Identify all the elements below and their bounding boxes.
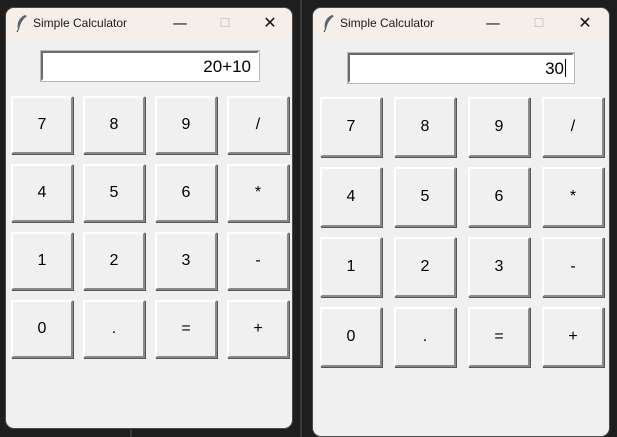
equals-button[interactable]: = (468, 307, 530, 367)
minimize-button[interactable]: — (158, 8, 202, 38)
display-entry[interactable]: 20+10 (40, 50, 260, 82)
multiply-button[interactable]: * (542, 167, 604, 227)
equals-button[interactable]: = (155, 300, 217, 358)
calculator-window-left: Simple Calculator — ☐ ✕ 20+10 7 8 9/ 4 5 6 * 1 2… (6, 8, 292, 428)
window-title: Simple Calculator (340, 16, 435, 30)
digit-2-button[interactable]: 2 (394, 237, 456, 297)
digit-8-button[interactable]: 8 (394, 97, 456, 157)
digit-6-button[interactable]: 6 (155, 164, 217, 222)
calculator-window-right: Simple Calculator — ☐ ✕ 30 7 8 9/ 4 5 6 * 1 2 3- 0… (313, 8, 609, 436)
digit-5-button[interactable]: 5 (83, 164, 145, 222)
digit-0-button[interactable]: 0 (320, 307, 382, 367)
divide-button[interactable]: / (542, 97, 604, 157)
title-bar[interactable]: Simple Calculator — ☐ ✕ (6, 8, 292, 38)
digit-9-button[interactable]: 9 (468, 97, 530, 157)
add-button[interactable]: + (542, 307, 604, 367)
digit-3-button[interactable]: 3 (155, 232, 217, 290)
add-button[interactable]: + (227, 300, 289, 358)
digit-4-button[interactable]: 4 (11, 164, 73, 222)
digit-2-button[interactable]: 2 (83, 232, 145, 290)
digit-0-button[interactable]: 0 (11, 300, 73, 358)
digit-6-button[interactable]: 6 (468, 167, 530, 227)
subtract-button[interactable]: - (542, 237, 604, 297)
multiply-button[interactable]: * (227, 164, 289, 222)
decimal-button[interactable]: . (394, 307, 456, 367)
feather-icon (16, 15, 27, 32)
decimal-button[interactable]: . (83, 300, 145, 358)
digit-3-button[interactable]: 3 (468, 237, 530, 297)
digit-7-button[interactable]: 7 (11, 96, 73, 154)
text-caret (565, 59, 566, 77)
feather-icon (323, 15, 334, 32)
digit-8-button[interactable]: 8 (83, 96, 145, 154)
divide-button[interactable]: / (227, 96, 289, 154)
digit-9-button[interactable]: 9 (155, 96, 217, 154)
display-value: 20+10 (203, 57, 251, 76)
title-bar[interactable]: Simple Calculator — ☐ ✕ (313, 8, 609, 38)
digit-4-button[interactable]: 4 (320, 167, 382, 227)
maximize-button[interactable]: ☐ (517, 8, 561, 38)
digit-5-button[interactable]: 5 (394, 167, 456, 227)
subtract-button[interactable]: - (227, 232, 289, 290)
minimize-button[interactable]: — (471, 8, 515, 38)
display-value: 30 (545, 59, 566, 78)
close-button[interactable]: ✕ (563, 8, 607, 38)
close-button[interactable]: ✕ (248, 8, 292, 38)
display-entry[interactable]: 30 (347, 52, 575, 84)
window-title: Simple Calculator (33, 16, 128, 30)
maximize-button[interactable]: ☐ (203, 8, 247, 38)
digit-1-button[interactable]: 1 (11, 232, 73, 290)
digit-1-button[interactable]: 1 (320, 237, 382, 297)
digit-7-button[interactable]: 7 (320, 97, 382, 157)
